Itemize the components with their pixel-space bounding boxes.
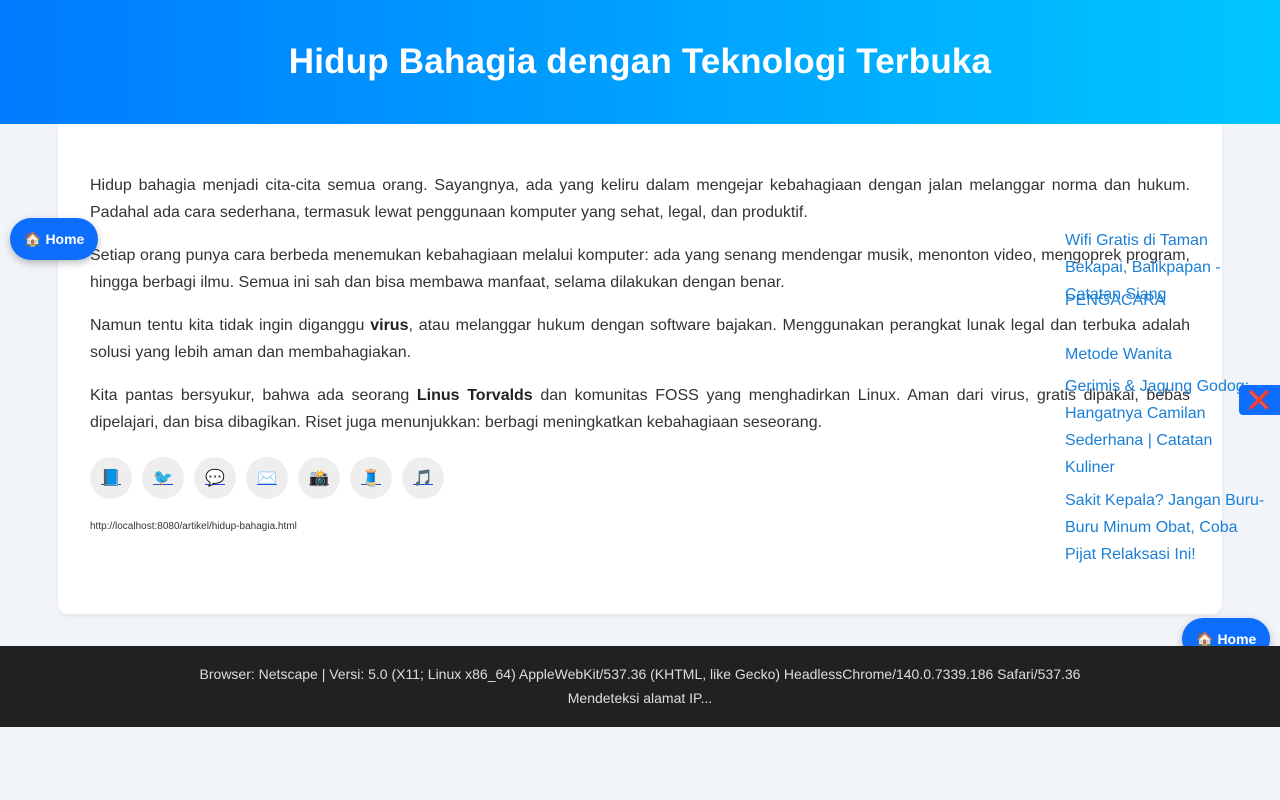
tiktok-icon: 🎵 — [413, 470, 433, 487]
home-label: Home — [45, 231, 85, 247]
instagram-share-button[interactable]: 📸 — [298, 457, 340, 499]
related-link[interactable]: Gerimis & Jagung Godog: — [1065, 373, 1255, 400]
article-paragraph: Setiap orang punya cara berbeda menemuka… — [90, 242, 1190, 296]
related-link[interactable]: Metode Wanita — [1065, 341, 1225, 368]
page-title: Hidup Bahagia dengan Teknologi Terbuka — [288, 42, 992, 81]
paragraph-text: Setiap orang punya cara berbeda menemuka… — [90, 247, 1190, 291]
paragraph-text: Kita pantas bersyukur, bahwa ada seorang — [90, 387, 417, 404]
bold-virus: virus — [370, 317, 409, 334]
threads-share-button[interactable]: 🧵 — [350, 457, 392, 499]
facebook-share-button[interactable]: 📘 — [90, 457, 132, 499]
twitter-icon: 🐦 — [153, 470, 173, 487]
email-icon: ✉️ — [257, 470, 277, 487]
paragraph-text: Namun tentu kita tidak ingin diganggu — [90, 317, 371, 334]
home-icon: 🏠 — [1196, 630, 1214, 647]
home-button-left[interactable]: 🏠 Home — [10, 218, 98, 260]
browser-info: Browser: Netscape | Versi: 5.0 (X11; Lin… — [199, 666, 1081, 682]
home-label: Home — [1217, 631, 1257, 647]
whatsapp-icon: 💬 — [205, 470, 225, 487]
ip-info: Mendeteksi alamat IP... — [567, 690, 713, 706]
article-paragraph: Kita pantas bersyukur, bahwa ada seorang… — [90, 382, 1190, 436]
threads-icon: 🧵 — [361, 470, 381, 487]
paragraph-text: Hidup bahagia menjadi cita-cita semua or… — [90, 177, 1190, 221]
email-share-button[interactable]: ✉️ — [246, 457, 288, 499]
article-paragraph: Namun tentu kita tidak ingin diganggu vi… — [90, 312, 1190, 366]
close-button[interactable]: ❌ — [1239, 385, 1280, 415]
related-link[interactable]: Hangatnya Camilan Sederhana | Catatan Ku… — [1065, 400, 1225, 481]
page-footer: Browser: Netscape | Versi: 5.0 (X11; Lin… — [0, 646, 1280, 727]
share-buttons: 📘 🐦 💬 ✉️ 📸 🧵 🎵 — [90, 457, 444, 499]
page-url: http://localhost:8080/artikel/hidup-baha… — [90, 521, 297, 532]
home-icon: 🏠 — [24, 230, 42, 247]
instagram-icon: 📸 — [309, 470, 329, 487]
twitter-share-button[interactable]: 🐦 — [142, 457, 184, 499]
whatsapp-share-button[interactable]: 💬 — [194, 457, 236, 499]
article-body: Hidup bahagia menjadi cita-cita semua or… — [90, 172, 1190, 452]
close-icon: ❌ — [1248, 389, 1271, 410]
related-link[interactable]: PENGACARA — [1065, 287, 1225, 314]
article-paragraph: Hidup bahagia menjadi cita-cita semua or… — [90, 172, 1190, 226]
related-link[interactable]: Sakit Kepala? Jangan Buru-Buru Minum Oba… — [1065, 487, 1270, 568]
facebook-icon: 📘 — [101, 470, 121, 487]
page-header: Hidup Bahagia dengan Teknologi Terbuka — [0, 0, 1280, 124]
bold-linus: Linus Torvalds — [416, 387, 533, 404]
tiktok-share-button[interactable]: 🎵 — [402, 457, 444, 499]
